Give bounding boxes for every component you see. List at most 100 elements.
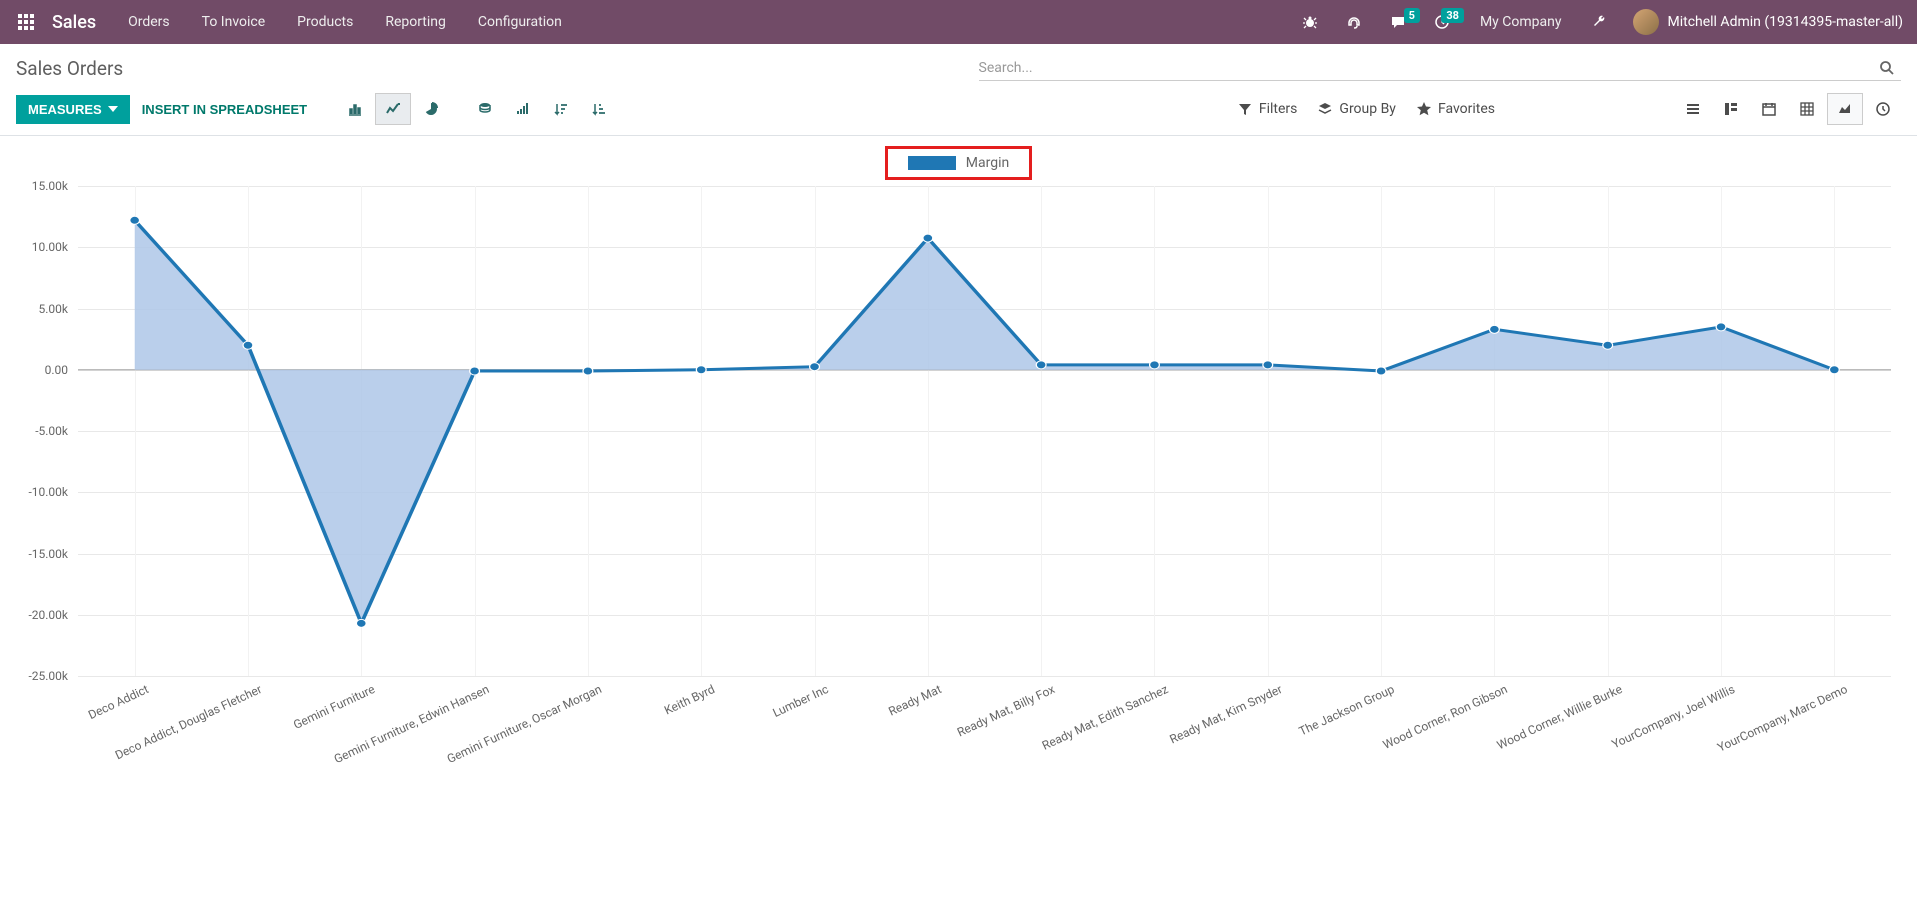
data-point[interactable] — [1263, 361, 1273, 369]
data-point[interactable] — [810, 363, 820, 371]
headset-icon — [1346, 14, 1362, 30]
data-point[interactable] — [1716, 323, 1726, 331]
legend-item[interactable]: Margin — [885, 146, 1032, 180]
data-point[interactable] — [243, 341, 253, 349]
nav-link-toinvoice[interactable]: To Invoice — [188, 4, 280, 40]
nav-left: Sales Orders To Invoice Products Reporti… — [8, 4, 576, 40]
x-axis: Deco AddictDeco Addict, Douglas Fletcher… — [78, 676, 1891, 746]
data-point[interactable] — [583, 367, 593, 375]
nav-link-products[interactable]: Products — [283, 4, 367, 40]
graph-view-button[interactable] — [1827, 93, 1863, 125]
favorites-button[interactable]: Favorites — [1416, 101, 1495, 117]
filters-button[interactable]: Filters — [1237, 101, 1298, 117]
cumulative-button[interactable] — [505, 93, 541, 125]
apps-grid-icon — [18, 14, 34, 30]
groupby-label: Group By — [1339, 101, 1396, 117]
x-tick: Keith Byrd — [662, 682, 717, 718]
cp-top: Sales Orders Search... — [16, 56, 1901, 81]
filters-label: Filters — [1259, 101, 1298, 117]
stack-icon — [477, 101, 493, 117]
legend-swatch — [908, 156, 956, 170]
bar-chart-icon — [347, 101, 363, 117]
nav-right: 5 38 My Company Mitchell Admin (19314395… — [1294, 8, 1909, 36]
activities-button[interactable]: 38 — [1426, 8, 1458, 36]
x-tick: Wood Corner, Ron Gibson — [1381, 682, 1510, 752]
sort-asc-icon — [591, 101, 607, 117]
data-point[interactable] — [1150, 361, 1160, 369]
favorites-label: Favorites — [1438, 101, 1495, 117]
area-chart-icon — [1837, 101, 1853, 117]
apps-menu-button[interactable] — [8, 14, 44, 30]
x-tick: Wood Corner, Willie Burke — [1495, 682, 1625, 752]
y-tick: -10.00k — [28, 485, 68, 499]
data-point[interactable] — [1829, 366, 1839, 374]
data-point[interactable] — [130, 216, 140, 224]
list-view-button[interactable] — [1675, 93, 1711, 125]
stacked-button[interactable] — [467, 93, 503, 125]
view-switcher — [1675, 93, 1901, 125]
activities-badge: 38 — [1441, 8, 1464, 23]
data-point[interactable] — [1603, 341, 1613, 349]
app-brand[interactable]: Sales — [48, 12, 110, 33]
data-point[interactable] — [1490, 325, 1500, 333]
company-switcher[interactable]: My Company — [1470, 8, 1572, 36]
cp-bottom: MEASURES INSERT IN SPREADSHEET — [16, 93, 1901, 125]
settings-button[interactable] — [1583, 8, 1615, 36]
groupby-button[interactable]: Group By — [1317, 101, 1396, 117]
x-tick: Gemini Furniture — [292, 682, 378, 732]
search-icon — [1879, 60, 1895, 76]
chart-options-group — [467, 93, 617, 125]
y-tick: 0.00 — [45, 363, 68, 377]
pivot-view-button[interactable] — [1789, 93, 1825, 125]
sort-asc-button[interactable] — [581, 93, 617, 125]
sort-desc-button[interactable] — [543, 93, 579, 125]
data-point[interactable] — [470, 367, 480, 375]
nav-link-reporting[interactable]: Reporting — [371, 4, 460, 40]
data-point[interactable] — [923, 234, 933, 242]
user-name: Mitchell Admin (19314395-master-all) — [1667, 14, 1903, 30]
wrench-icon — [1591, 14, 1607, 30]
chart-legend: Margin — [16, 146, 1901, 180]
search-box[interactable]: Search... — [979, 56, 1902, 81]
data-point[interactable] — [1036, 361, 1046, 369]
calendar-view-button[interactable] — [1751, 93, 1787, 125]
support-button[interactable] — [1338, 8, 1370, 36]
x-tick: Ready Mat — [886, 682, 943, 719]
nav-link-orders[interactable]: Orders — [114, 4, 184, 40]
chart-type-group — [337, 93, 449, 125]
y-axis: 15.00k10.00k5.00k0.00-5.00k-10.00k-15.00… — [18, 186, 74, 676]
avatar — [1633, 9, 1659, 35]
user-menu[interactable]: Mitchell Admin (19314395-master-all) — [1627, 9, 1909, 35]
y-tick: -15.00k — [28, 547, 68, 561]
bar-chart-button[interactable] — [337, 93, 373, 125]
activity-view-button[interactable] — [1865, 93, 1901, 125]
search-input[interactable]: Search... — [979, 60, 1874, 76]
data-point[interactable] — [1376, 367, 1386, 375]
y-tick: -20.00k — [28, 608, 68, 622]
control-panel: Sales Orders Search... MEASURES INSERT I… — [0, 44, 1917, 136]
measures-label: MEASURES — [28, 102, 102, 117]
data-point[interactable] — [356, 619, 366, 627]
funnel-icon — [1237, 101, 1253, 117]
y-tick: 15.00k — [32, 179, 68, 193]
line-chart-button[interactable] — [375, 93, 411, 125]
search-button[interactable] — [1873, 60, 1901, 76]
measures-button[interactable]: MEASURES — [16, 95, 130, 124]
kanban-view-button[interactable] — [1713, 93, 1749, 125]
insert-spreadsheet-button[interactable]: INSERT IN SPREADSHEET — [130, 95, 319, 124]
x-tick: Ready Mat, Edith Sanchez — [1040, 682, 1170, 753]
y-tick: -25.00k — [28, 669, 68, 683]
messaging-button[interactable]: 5 — [1382, 8, 1414, 36]
plot-svg — [78, 186, 1891, 676]
plot: 15.00k10.00k5.00k0.00-5.00k-10.00k-15.00… — [78, 186, 1891, 746]
nav-link-configuration[interactable]: Configuration — [464, 4, 576, 40]
pie-chart-button[interactable] — [413, 93, 449, 125]
y-tick: 5.00k — [39, 302, 68, 316]
chat-badge: 5 — [1404, 8, 1420, 23]
kanban-icon — [1723, 101, 1739, 117]
list-icon — [1685, 101, 1701, 117]
pie-chart-icon — [423, 101, 439, 117]
data-point[interactable] — [696, 366, 706, 374]
y-tick: 10.00k — [32, 240, 68, 254]
debug-button[interactable] — [1294, 8, 1326, 36]
